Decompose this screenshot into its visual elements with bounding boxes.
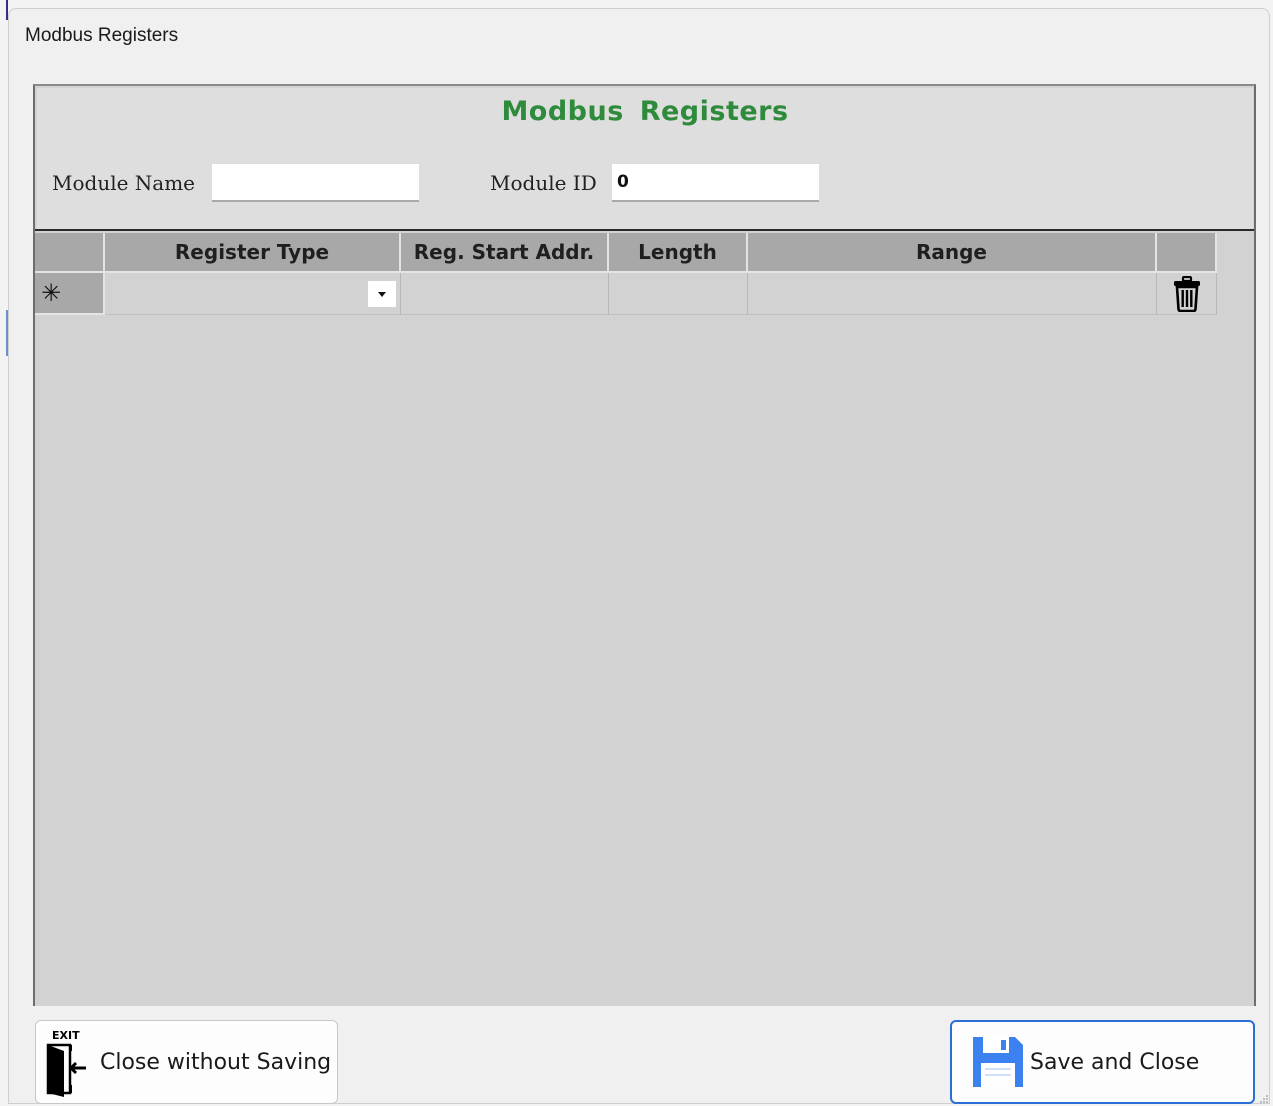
close-without-saving-label: Close without Saving [100, 1049, 332, 1075]
column-header-length[interactable]: Length [609, 233, 748, 273]
exit-door-icon: EXIT [46, 1029, 86, 1097]
module-name-label: Module Name [52, 171, 196, 195]
form-header: Modbus Registers Module Name Module ID [37, 88, 1253, 229]
delete-row-button[interactable] [1157, 273, 1217, 315]
form-panel: Modbus Registers Module Name Module ID R… [33, 84, 1256, 1006]
new-row-asterisk-icon: ✳ [41, 279, 62, 307]
column-header-register-type[interactable]: Register Type [105, 233, 401, 273]
save-and-close-label: Save and Close [1030, 1049, 1200, 1075]
exit-sign-text: EXIT [52, 1029, 80, 1042]
module-name-input[interactable] [212, 164, 419, 202]
column-header-reg-start-addr[interactable]: Reg. Start Addr. [401, 233, 609, 273]
floppy-disk-icon [973, 1037, 1023, 1087]
row-selector-new[interactable]: ✳ [35, 273, 105, 315]
range-cell[interactable] [748, 273, 1157, 315]
grid-header-row: Register Type Reg. Start Addr. Length Ra… [35, 233, 1217, 273]
form-title: Modbus Registers [501, 96, 789, 127]
register-type-dropdown-button[interactable] [368, 281, 396, 307]
length-cell[interactable] [609, 273, 748, 315]
register-type-cell[interactable] [105, 273, 401, 315]
chevron-down-icon [378, 291, 386, 297]
table-row-new: ✳ [35, 273, 1217, 315]
resize-grip-icon[interactable] [1259, 1094, 1269, 1104]
column-header-selector[interactable] [35, 233, 105, 273]
save-and-close-button[interactable]: Save and Close [950, 1020, 1255, 1104]
module-id-label: Module ID [490, 171, 597, 195]
close-without-saving-button[interactable]: EXIT Close without Saving [35, 1020, 338, 1104]
reg-start-addr-cell[interactable] [401, 273, 609, 315]
registers-grid: Register Type Reg. Start Addr. Length Ra… [35, 229, 1254, 1006]
column-header-delete[interactable] [1157, 233, 1217, 273]
column-header-range[interactable]: Range [748, 233, 1157, 273]
window-title: Modbus Registers [25, 25, 179, 46]
trash-icon [1173, 275, 1200, 312]
module-id-input[interactable] [612, 164, 819, 202]
